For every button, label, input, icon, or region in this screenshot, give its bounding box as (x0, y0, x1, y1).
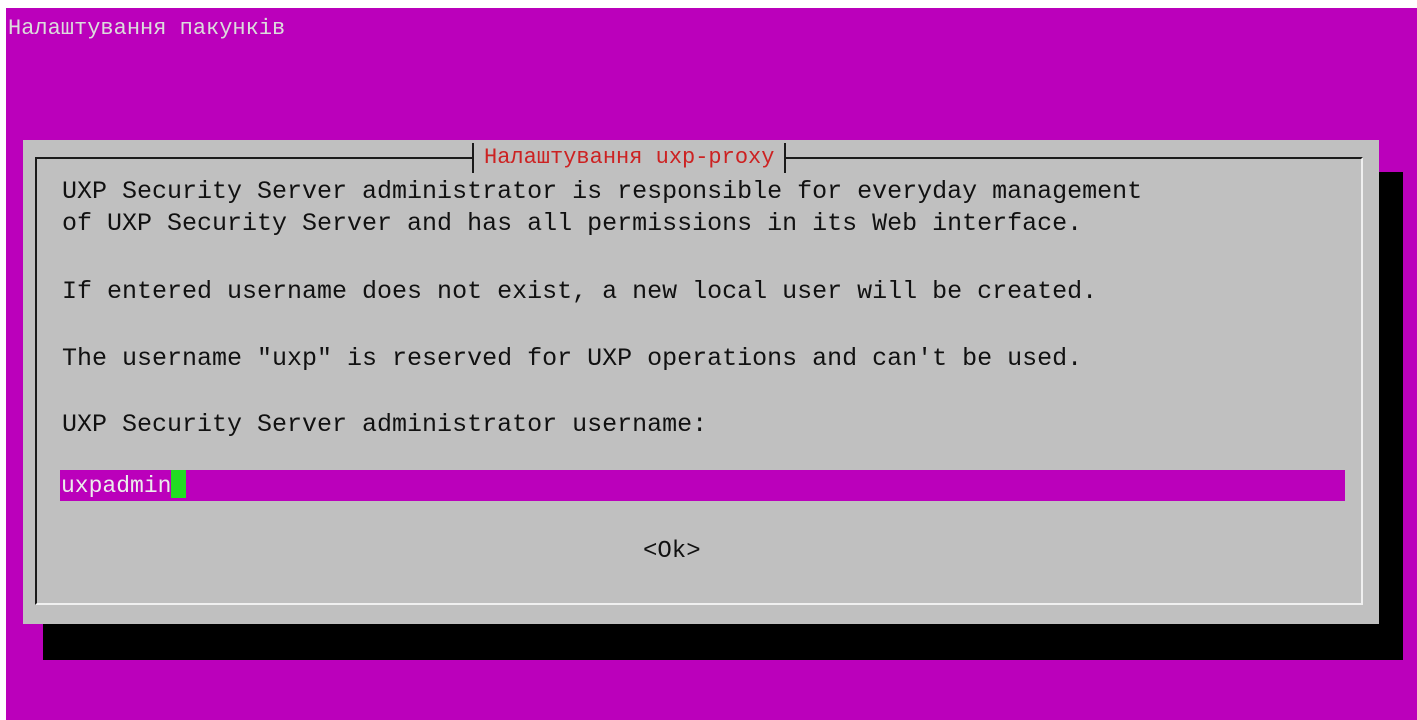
username-input[interactable]: uxpadmin (60, 470, 1345, 501)
username-prompt: UXP Security Server administrator userna… (62, 410, 708, 439)
text-cursor (171, 470, 187, 498)
dialog-title: Налаштування uxp-proxy (472, 143, 787, 173)
config-dialog: Налаштування uxp-proxy UXP Security Serv… (23, 140, 1379, 624)
backtitle: Налаштування пакунків (8, 16, 286, 41)
description-line-2: of UXP Security Server and has all permi… (62, 209, 1083, 238)
ok-button[interactable]: <Ok> (643, 537, 701, 567)
description-line-3: If entered username does not exist, a ne… (62, 277, 1098, 306)
terminal-screen: Налаштування пакунків Налаштування uxp-p… (6, 8, 1417, 720)
username-input-value: uxpadmin (61, 473, 172, 499)
description-line-1: UXP Security Server administrator is res… (62, 177, 1143, 206)
description-line-4: The username "uxp" is reserved for UXP o… (62, 344, 1083, 373)
